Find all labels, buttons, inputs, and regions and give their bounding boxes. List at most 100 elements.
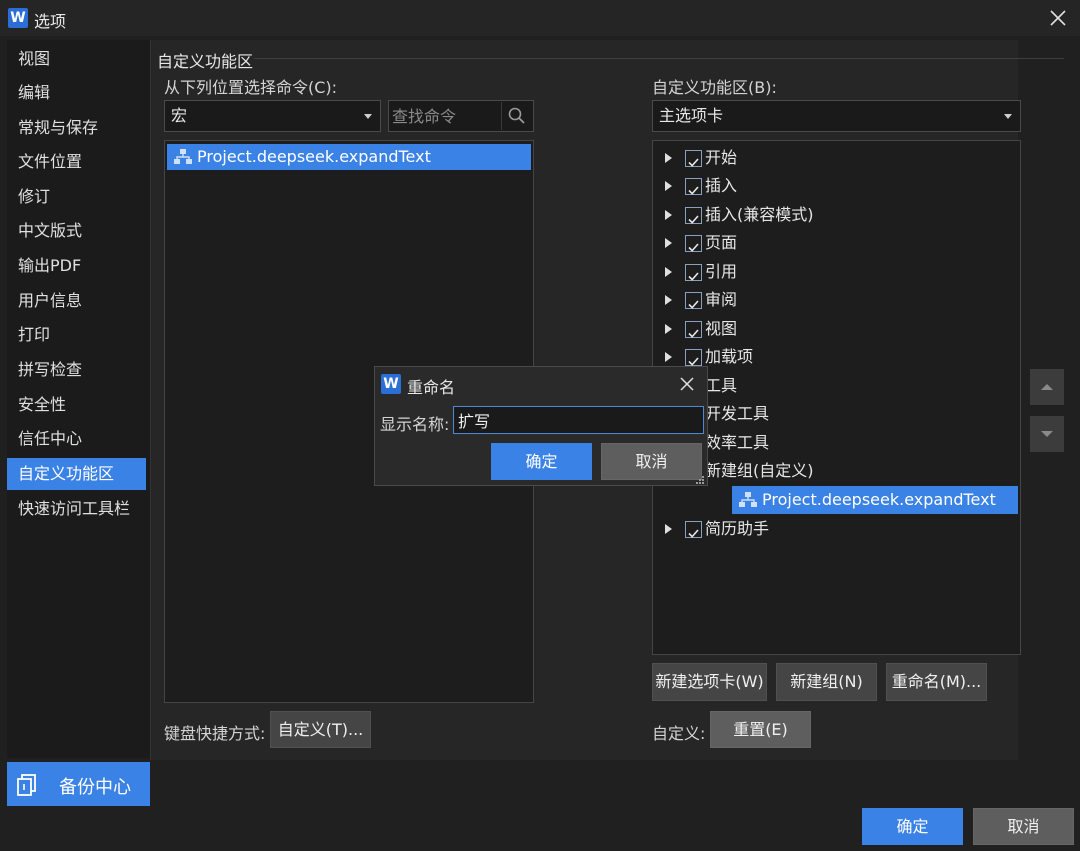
triangle-up-icon [1041, 384, 1053, 390]
checkmark-icon [688, 272, 699, 281]
tree-row-review[interactable]: 审阅 [653, 286, 1018, 314]
cancel-button[interactable]: 取消 [973, 808, 1074, 845]
sidebar-item-trust-center[interactable]: 信任中心 [7, 423, 146, 455]
window-title: 选项 [34, 12, 67, 31]
checkbox[interactable] [685, 349, 702, 366]
macro-icon [739, 492, 757, 507]
triangle-down-icon [1041, 431, 1053, 437]
sidebar-item-view[interactable]: 视图 [7, 43, 146, 75]
tree-label: 工具 [705, 376, 738, 395]
sidebar-item-security[interactable]: 安全性 [7, 389, 146, 421]
wps-logo-icon: W [381, 374, 401, 394]
tree-row-resume-helper[interactable]: 简历助手 [653, 515, 1018, 543]
tree-row-page[interactable]: 页面 [653, 229, 1018, 257]
tree-row-insert[interactable]: 插入 [653, 172, 1018, 200]
checkbox[interactable] [685, 150, 702, 167]
title-bar [0, 0, 1080, 36]
expand-arrow-icon[interactable] [665, 210, 672, 220]
checkbox[interactable] [685, 178, 702, 195]
tree-row-home[interactable]: 开始 [653, 144, 1018, 172]
command-source-value: 宏 [171, 106, 188, 125]
command-source-dropdown[interactable]: 宏 [164, 100, 381, 132]
search-button[interactable] [501, 102, 531, 130]
sidebar-item-revision[interactable]: 修订 [7, 181, 146, 213]
expand-arrow-icon[interactable] [665, 352, 672, 362]
sidebar-item-general-save[interactable]: 常规与保存 [7, 112, 146, 144]
tree-label: 简历助手 [705, 519, 770, 538]
expand-arrow-icon[interactable] [665, 153, 672, 163]
expand-arrow-icon[interactable] [665, 181, 672, 191]
checkmark-icon [688, 329, 699, 338]
customize-ribbon-label: 自定义功能区(B): [652, 78, 777, 97]
rename-dialog: W 重命名 显示名称: 确定 取消 [374, 366, 708, 486]
tree-label: 开始 [705, 148, 738, 167]
sidebar-item-file-location[interactable]: 文件位置 [7, 146, 146, 178]
sidebar-item-user-info[interactable]: 用户信息 [7, 285, 146, 317]
resize-grip-icon[interactable] [695, 475, 705, 485]
expand-arrow-icon[interactable] [665, 238, 672, 248]
checkmark-icon [688, 300, 699, 309]
tree-row-macro-command[interactable]: Project.deepseek.expandText [732, 486, 1018, 514]
list-item-label: Project.deepseek.expandText [197, 147, 431, 166]
checkbox[interactable] [685, 292, 702, 309]
tree-row-view[interactable]: 视图 [653, 315, 1018, 343]
section-title: 自定义功能区 [157, 52, 254, 71]
command-search-box[interactable] [388, 100, 534, 132]
dialog-close-button[interactable] [675, 372, 699, 396]
ribbon-tabs-value: 主选项卡 [659, 106, 724, 125]
checkbox[interactable] [685, 264, 702, 281]
tree-row-references[interactable]: 引用 [653, 258, 1018, 286]
customize-shortcut-button[interactable]: 自定义(T)... [270, 711, 371, 748]
tree-label: 开发工具 [705, 404, 770, 423]
checkmark-icon [688, 529, 699, 538]
tree-label: 插入 [705, 176, 738, 195]
dialog-cancel-button[interactable]: 取消 [601, 443, 702, 480]
tree-row-insert-compat[interactable]: 插入(兼容模式) [653, 201, 1018, 229]
expand-arrow-icon[interactable] [665, 324, 672, 334]
expand-arrow-icon[interactable] [665, 524, 672, 534]
rename-button[interactable]: 重命名(M)... [886, 663, 987, 701]
tree-label: 页面 [705, 233, 738, 252]
ok-button[interactable]: 确定 [862, 808, 963, 845]
sidebar-item-customize-ribbon[interactable]: 自定义功能区 [7, 458, 146, 490]
dialog-ok-button[interactable]: 确定 [491, 443, 592, 480]
sidebar-item-quick-access-toolbar[interactable]: 快速访问工具栏 [7, 493, 146, 525]
backup-center-label: 备份中心 [59, 777, 131, 798]
reset-button[interactable]: 重置(E) [710, 711, 811, 748]
ribbon-tabs-dropdown[interactable]: 主选项卡 [652, 100, 1021, 132]
sidebar-item-print[interactable]: 打印 [7, 319, 146, 351]
close-button[interactable] [1044, 4, 1072, 32]
command-search-input[interactable] [389, 101, 501, 131]
search-icon [508, 107, 525, 124]
chevron-down-icon [364, 114, 372, 119]
close-icon [680, 377, 694, 391]
tree-label: 效率工具 [705, 433, 770, 452]
sidebar-item-edit[interactable]: 编辑 [7, 77, 146, 109]
sidebar-item-export-pdf[interactable]: 输出PDF [7, 250, 146, 282]
checkmark-icon [688, 243, 699, 252]
sidebar-item-chinese-layout[interactable]: 中文版式 [7, 215, 146, 247]
checkbox[interactable] [685, 321, 702, 338]
sidebar-item-spell-check[interactable]: 拼写检查 [7, 354, 146, 386]
expand-arrow-icon[interactable] [665, 267, 672, 277]
tree-label: 加载项 [705, 347, 754, 366]
move-down-button[interactable] [1030, 416, 1064, 452]
move-up-button[interactable] [1030, 369, 1064, 405]
backup-center-button[interactable]: 备份中心 [7, 762, 150, 806]
checkbox[interactable] [685, 521, 702, 538]
list-item[interactable]: Project.deepseek.expandText [167, 144, 531, 170]
customize-label: 自定义: [652, 724, 706, 743]
new-group-button[interactable]: 新建组(N) [776, 663, 877, 701]
keyboard-shortcut-label: 键盘快捷方式: [164, 724, 266, 743]
expand-arrow-icon[interactable] [665, 295, 672, 305]
checkbox[interactable] [685, 235, 702, 252]
checkbox[interactable] [685, 207, 702, 224]
chevron-down-icon [1004, 114, 1012, 119]
new-tab-button[interactable]: 新建选项卡(W) [652, 663, 767, 701]
macro-icon [174, 149, 192, 164]
checkmark-icon [688, 186, 699, 195]
tree-label: 新建组(自定义) [705, 461, 814, 480]
display-name-input[interactable] [453, 406, 704, 434]
tree-label: 插入(兼容模式) [705, 205, 814, 224]
wps-logo-icon: W [8, 8, 28, 28]
